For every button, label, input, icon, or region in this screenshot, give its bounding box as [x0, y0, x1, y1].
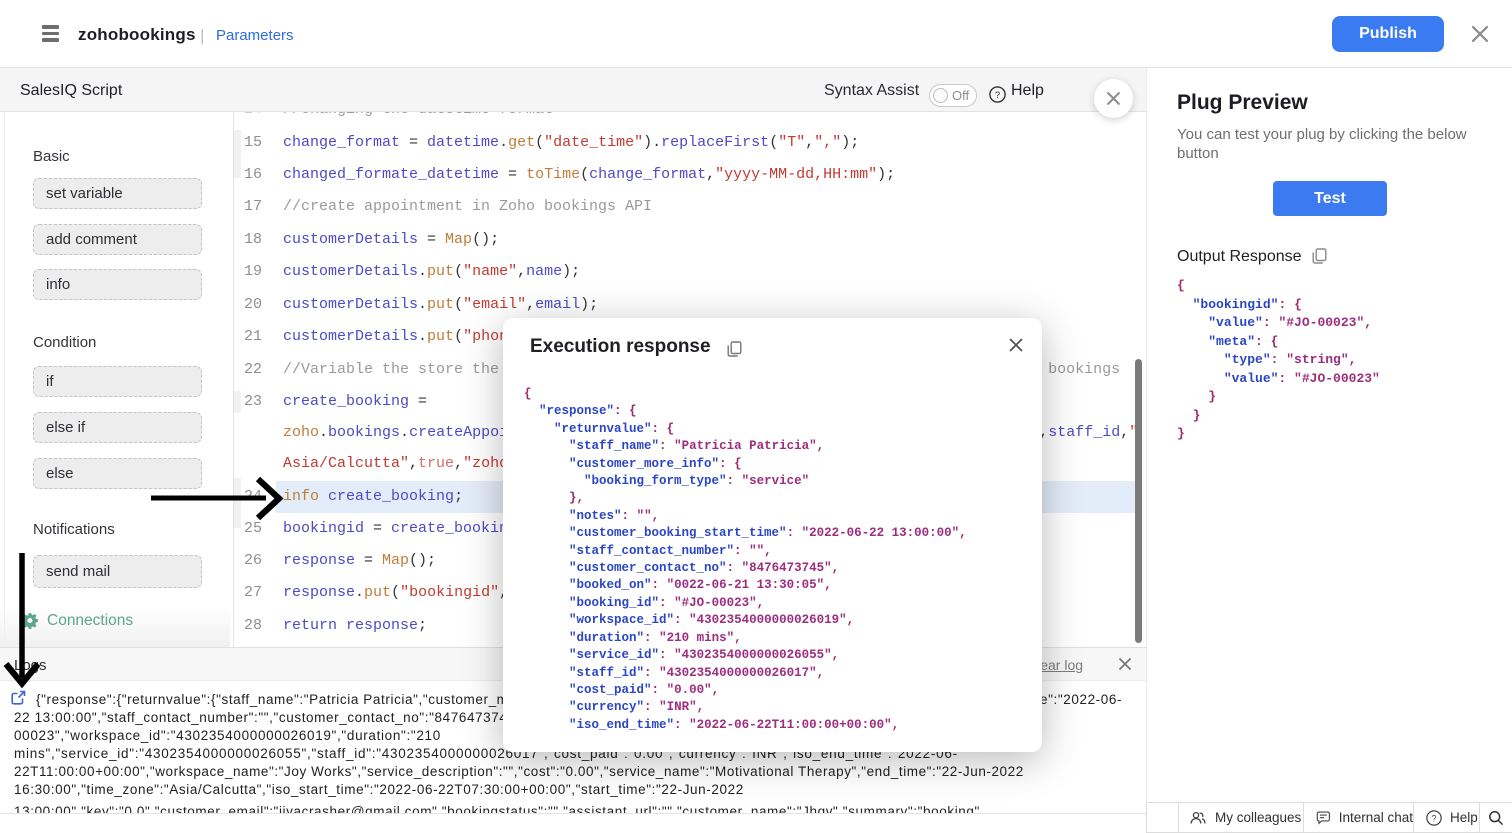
svg-text:?: ? — [995, 90, 1000, 101]
svg-text:?: ? — [1432, 813, 1437, 823]
